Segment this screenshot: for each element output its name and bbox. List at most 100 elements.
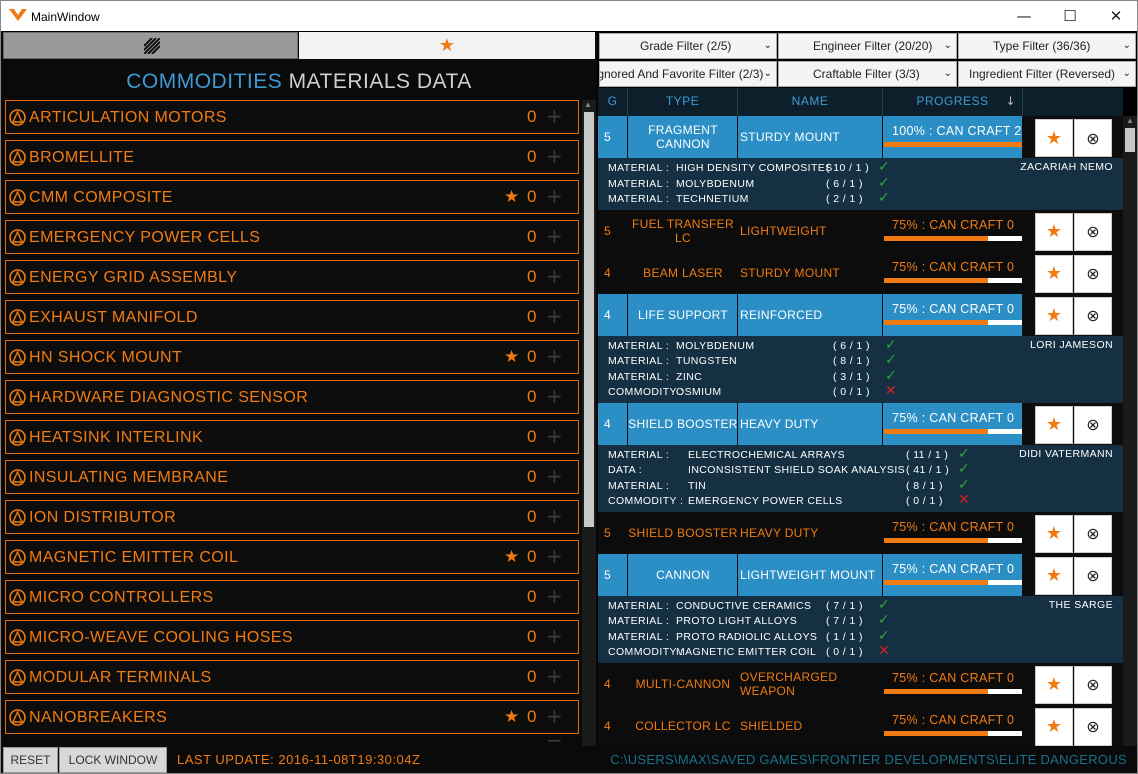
item-count: 0 bbox=[527, 587, 537, 606]
row-type: MULTI-CANNON bbox=[635, 676, 731, 691]
heading-commodities[interactable]: COMMODITIES bbox=[126, 70, 282, 93]
list-item[interactable]: ARTICULATION MOTORS0+− bbox=[5, 100, 579, 152]
row-grade: 4 bbox=[604, 676, 611, 691]
list-item[interactable]: HN SHOCK MOUNT★0+− bbox=[5, 340, 579, 392]
blueprint-row[interactable]: 5 CANNON LIGHTWEIGHT MOUNT 75% : CAN CRAFT … bbox=[598, 553, 1123, 596]
blueprint-row[interactable]: 4 SHIELD BOOSTER HEAVY DUTY 75% : CAN CRAFT… bbox=[598, 402, 1123, 445]
blueprint-row[interactable]: 5 FUEL TRANSFER LC LIGHTWEIGHT 75% : CAN CR… bbox=[598, 210, 1123, 252]
close-icon[interactable]: ✕ bbox=[1093, 1, 1137, 31]
type-filter[interactable]: Type Filter (36/36) ⌄ bbox=[958, 33, 1136, 59]
cross-icon: ✕ bbox=[958, 492, 971, 508]
ignore-button[interactable]: ⊗ bbox=[1074, 296, 1112, 335]
ingredient-name: MOLYBDENUM bbox=[676, 177, 755, 190]
row-name: LIGHTWEIGHT bbox=[740, 223, 827, 238]
commodity-icon bbox=[9, 429, 26, 446]
ignored-favorite-filter[interactable]: Ignored And Favorite Filter (2/3) ⌄ bbox=[599, 61, 777, 87]
scroll-up-icon[interactable]: ▲ bbox=[1126, 116, 1134, 125]
favorite-button[interactable]: ★ bbox=[1035, 665, 1073, 704]
favorite-button[interactable]: ★ bbox=[1035, 707, 1073, 746]
list-item[interactable]: INSULATING MEMBRANE0+− bbox=[5, 460, 579, 512]
row-name: LIGHTWEIGHT MOUNT bbox=[740, 567, 876, 582]
favorite-button[interactable]: ★ bbox=[1035, 296, 1073, 335]
item-count: 0 bbox=[527, 707, 537, 726]
craftable-filter[interactable]: Craftable Filter (3/3) ⌄ bbox=[778, 61, 957, 87]
star-icon[interactable]: ★ bbox=[504, 707, 519, 727]
row-grade: 4 bbox=[604, 265, 611, 280]
row-progress-text: 75% : CAN CRAFT 0 bbox=[892, 712, 1015, 727]
favorite-button[interactable]: ★ bbox=[1035, 119, 1073, 157]
favorite-button[interactable]: ★ bbox=[1035, 556, 1073, 595]
engineer-filter[interactable]: Engineer Filter (20/20) ⌄ bbox=[778, 33, 957, 59]
right-scrollbar[interactable]: ▲ bbox=[1123, 116, 1137, 746]
star-icon[interactable]: ★ bbox=[504, 547, 519, 567]
list-item[interactable]: MAGNETIC EMITTER COIL★0+− bbox=[5, 540, 579, 592]
blueprint-row[interactable]: 5 FRAGMENT CANNON STURDY MOUNT 100% : CAN C… bbox=[598, 116, 1123, 158]
grade-filter[interactable]: Grade Filter (2/5) ⌄ bbox=[599, 33, 777, 59]
list-item[interactable]: EMERGENCY POWER CELLS0+− bbox=[5, 220, 579, 272]
ingredient-filter[interactable]: Ingredient Filter (Reversed) ⌄ bbox=[958, 61, 1136, 87]
left-pane: ★ COMMODITIES MATERIALS DATA ARTICULATIO… bbox=[1, 32, 597, 746]
blueprint-row[interactable]: 4 BEAM LASER STURDY MOUNT 75% : CAN CRAFT 0… bbox=[598, 252, 1123, 294]
scroll-thumb[interactable] bbox=[1125, 128, 1135, 152]
ignore-button[interactable]: ⊗ bbox=[1074, 665, 1112, 704]
lock-window-button[interactable]: LOCK WINDOW bbox=[59, 747, 167, 773]
list-item[interactable]: ENERGY GRID ASSEMBLY0+− bbox=[5, 260, 579, 312]
list-item[interactable]: NANOBREAKERS ★ 0 +− bbox=[5, 700, 579, 746]
favorite-button[interactable]: ★ bbox=[1035, 254, 1073, 293]
favorite-button[interactable]: ★ bbox=[1035, 212, 1073, 251]
ignore-button[interactable]: ⊗ bbox=[1074, 514, 1112, 553]
reset-button[interactable]: RESET bbox=[3, 747, 58, 773]
ingredient-name: MAGNETIC EMITTER COIL bbox=[676, 646, 817, 658]
row-progress-text: 75% : CAN CRAFT 0 bbox=[892, 410, 1015, 425]
row-type: SHIELD BOOSTER bbox=[628, 416, 738, 431]
star-icon[interactable]: ★ bbox=[504, 347, 519, 367]
blueprint-row[interactable]: 4 COLLECTOR LC SHIELDED 75% : CAN CRAFT 0 ★ ⊗ bbox=[598, 705, 1123, 747]
progress-fill bbox=[884, 428, 988, 434]
scroll-up-icon[interactable]: ▲ bbox=[584, 100, 592, 109]
chevron-down-icon: ⌄ bbox=[1122, 40, 1131, 51]
col-grade[interactable]: G bbox=[598, 88, 628, 116]
list-item[interactable]: MICRO-WEAVE COOLING HOSES0+− bbox=[5, 620, 579, 672]
commodity-icon bbox=[9, 149, 26, 166]
star-icon: ★ bbox=[1045, 716, 1063, 737]
minimize-icon[interactable]: — bbox=[1001, 1, 1047, 31]
ignore-button[interactable]: ⊗ bbox=[1074, 707, 1112, 746]
ignore-button[interactable]: ⊗ bbox=[1074, 556, 1112, 595]
col-type[interactable]: TYPE bbox=[628, 88, 738, 116]
ignore-button[interactable]: ⊗ bbox=[1074, 119, 1112, 157]
list-item[interactable]: BROMELLITE0+− bbox=[5, 140, 579, 192]
list-item[interactable]: EXHAUST MANIFOLD0+− bbox=[5, 300, 579, 352]
list-item[interactable]: MICRO CONTROLLERS0+− bbox=[5, 580, 579, 632]
tab-favorites[interactable]: ★ bbox=[299, 32, 595, 59]
favorite-button[interactable]: ★ bbox=[1035, 514, 1073, 553]
blueprint-row[interactable]: 4 MULTI-CANNON OVERCHARGED WEAPON 75% : CAN… bbox=[598, 663, 1123, 705]
list-item[interactable]: ION DISTRIBUTOR0+− bbox=[5, 500, 579, 552]
circle-x-icon: ⊗ bbox=[1086, 524, 1100, 543]
star-icon[interactable]: ★ bbox=[504, 187, 519, 207]
maximize-icon[interactable]: ☐ bbox=[1047, 1, 1093, 31]
progress-fill bbox=[884, 730, 988, 736]
list-item[interactable]: HEATSINK INTERLINK0+− bbox=[5, 420, 579, 472]
ingredient-qty: ( 6 / 1 ) bbox=[826, 177, 863, 190]
blueprint-row[interactable]: 4 LIFE SUPPORT REINFORCED 75% : CAN CRAFT 0… bbox=[598, 293, 1123, 336]
plus-minus-controls[interactable]: +− bbox=[546, 704, 578, 746]
favorite-button[interactable]: ★ bbox=[1035, 405, 1073, 444]
left-scrollbar[interactable]: ▲ bbox=[582, 100, 596, 746]
commodity-icon bbox=[9, 189, 26, 206]
commodity-icon bbox=[9, 389, 26, 406]
list-item[interactable]: HARDWARE DIAGNOSTIC SENSOR0+− bbox=[5, 380, 579, 432]
list-item[interactable]: CMM COMPOSITE★0+− bbox=[5, 180, 579, 232]
tab-all-items[interactable] bbox=[3, 32, 298, 59]
scroll-thumb[interactable] bbox=[584, 112, 594, 527]
star-icon: ★ bbox=[1045, 414, 1063, 435]
hatched-icon bbox=[144, 38, 160, 54]
ignore-button[interactable]: ⊗ bbox=[1074, 405, 1112, 444]
list-item[interactable]: MODULAR TERMINALS0+− bbox=[5, 660, 579, 712]
heading-materials-data[interactable]: MATERIALS DATA bbox=[289, 70, 472, 93]
blueprint-row[interactable]: 5 SHIELD BOOSTER HEAVY DUTY 75% : CAN CRAFT… bbox=[598, 512, 1123, 554]
ignore-button[interactable]: ⊗ bbox=[1074, 212, 1112, 251]
col-progress[interactable]: PROGRESS ↓ bbox=[883, 88, 1023, 116]
circle-x-icon: ⊗ bbox=[1086, 264, 1100, 283]
ignore-button[interactable]: ⊗ bbox=[1074, 254, 1112, 293]
col-name[interactable]: NAME bbox=[738, 88, 883, 116]
